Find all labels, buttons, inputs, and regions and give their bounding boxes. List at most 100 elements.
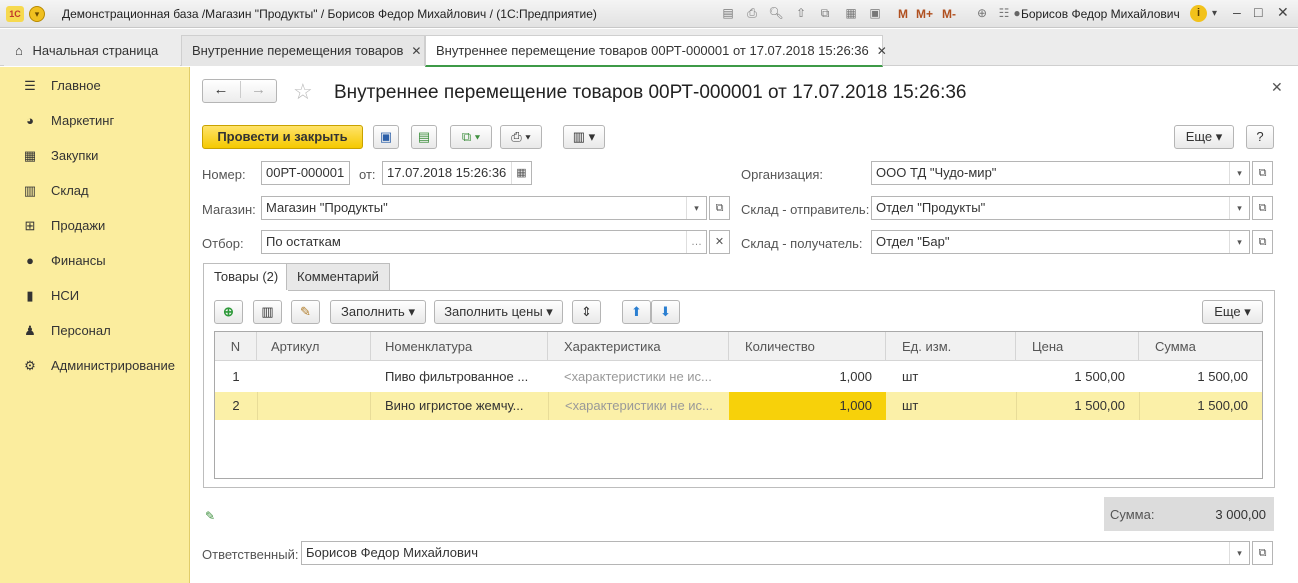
move-up-button[interactable]: ⬆ bbox=[622, 300, 651, 324]
close-tab-icon[interactable]: ✕ bbox=[411, 44, 421, 58]
save-icon[interactable]: ▣ bbox=[373, 125, 399, 149]
chevron-down-icon[interactable]: ▾ bbox=[1229, 162, 1249, 184]
sidebar-item-finance[interactable]: ● Финансы bbox=[0, 244, 190, 278]
column-header-n[interactable]: N bbox=[215, 332, 257, 361]
calendar-icon[interactable]: ▣ bbox=[867, 5, 883, 21]
cell-item[interactable]: Пиво фильтрованное ... bbox=[371, 363, 548, 391]
print-icon[interactable]: ⎙ bbox=[744, 5, 760, 21]
cell-unit[interactable]: шт bbox=[886, 363, 1016, 391]
calculator-icon[interactable]: ▦ bbox=[843, 5, 859, 21]
tab-goods[interactable]: Товары (2) bbox=[203, 263, 290, 291]
pick-goods-button[interactable]: ✎ bbox=[291, 300, 320, 324]
cell-price[interactable]: 1 500,00 bbox=[1016, 392, 1139, 420]
column-header-article[interactable]: Артикул bbox=[257, 332, 371, 361]
cell-characteristic[interactable]: <характеристики не ис... bbox=[548, 392, 729, 420]
column-header-quantity[interactable]: Количество bbox=[729, 332, 886, 361]
chevron-down-icon[interactable]: ▾ bbox=[1229, 197, 1249, 219]
open-receiver-icon[interactable]: ⧉ bbox=[1252, 230, 1273, 254]
back-arrow-icon[interactable]: ← bbox=[203, 81, 239, 98]
goods-table[interactable]: N Артикул Номенклатура Характеристика Ко… bbox=[214, 331, 1263, 479]
sidebar-item-purchases[interactable]: ▦ Закупки bbox=[0, 139, 190, 173]
open-responsible-icon[interactable]: ⧉ bbox=[1252, 541, 1273, 565]
memory-minus-button[interactable]: M- bbox=[942, 7, 956, 21]
tab-home[interactable]: ⌂ Начальная страница bbox=[4, 35, 180, 66]
responsible-field[interactable]: Борисов Федор Михайлович ▾ bbox=[301, 541, 1250, 565]
clear-filter-icon[interactable]: ✕ bbox=[709, 230, 730, 254]
sidebar-item-marketing[interactable]: ◕ Маркетинг bbox=[0, 104, 190, 138]
tab-transfer-document[interactable]: Внутреннее перемещение товаров 00РТ-0000… bbox=[425, 35, 887, 67]
tab-transfers-list[interactable]: Внутренние перемещения товаров ✕ bbox=[181, 35, 425, 66]
number-field[interactable]: 00РТ-000001 bbox=[261, 161, 350, 185]
table-more-button[interactable]: Еще ▾ bbox=[1202, 300, 1263, 324]
post-and-close-button[interactable]: Провести и закрыть bbox=[202, 125, 363, 149]
open-shop-icon[interactable]: ⧉ bbox=[709, 196, 730, 220]
sidebar-item-personnel[interactable]: ♟ Персонал bbox=[0, 314, 190, 348]
chevron-down-icon[interactable]: ▾ bbox=[1229, 231, 1249, 253]
cell-quantity[interactable]: 1,000 bbox=[729, 363, 886, 391]
more-button[interactable]: Еще ▾ bbox=[1174, 125, 1234, 149]
column-header-sum[interactable]: Сумма bbox=[1139, 332, 1262, 361]
cell-n[interactable]: 2 bbox=[215, 392, 257, 420]
cell-characteristic[interactable]: <характеристики не ис... bbox=[548, 363, 729, 391]
move-down-button[interactable]: ⬇ bbox=[651, 300, 680, 324]
print-button[interactable]: ⎙ ▾ bbox=[500, 125, 542, 149]
table-row-selected[interactable]: 2 Вино игристое жемчу... <характеристики… bbox=[215, 392, 1262, 420]
ellipsis-icon[interactable]: … bbox=[686, 231, 706, 253]
resize-rows-button[interactable]: ⇕ bbox=[572, 300, 601, 324]
chevron-down-icon[interactable]: ▾ bbox=[686, 197, 706, 219]
organization-field[interactable]: ООО ТД "Чудо-мир" ▾ bbox=[871, 161, 1250, 185]
link-icon[interactable]: ⧉ bbox=[817, 5, 833, 21]
memory-button[interactable]: M bbox=[898, 7, 908, 21]
table-row[interactable]: 1 Пиво фильтрованное ... <характеристики… bbox=[215, 363, 1262, 391]
fill-button[interactable]: Заполнить ▾ bbox=[330, 300, 426, 324]
help-button[interactable]: ? bbox=[1246, 125, 1274, 149]
sidebar-item-admin[interactable]: ⚙ Администрирование bbox=[0, 349, 190, 383]
open-sender-icon[interactable]: ⧉ bbox=[1252, 196, 1273, 220]
barcode-button[interactable]: ▥ bbox=[253, 300, 282, 324]
add-row-button[interactable]: ⊕ bbox=[214, 300, 243, 324]
maximize-icon[interactable]: □ bbox=[1254, 4, 1262, 20]
zoom-icon[interactable]: ⊕ bbox=[974, 5, 990, 21]
cell-sum[interactable]: 1 500,00 bbox=[1139, 363, 1262, 391]
main-menu-icon[interactable]: ▾ bbox=[29, 6, 45, 22]
sender-warehouse-field[interactable]: Отдел "Продукты" ▾ bbox=[871, 196, 1250, 220]
cell-article[interactable] bbox=[257, 392, 371, 420]
create-based-on-button[interactable]: ⧉ ▾ bbox=[450, 125, 492, 149]
close-tab-icon[interactable]: ✕ bbox=[877, 44, 887, 58]
post-icon[interactable]: ▤ bbox=[411, 125, 437, 149]
preview-icon[interactable]: 🔍︎ bbox=[768, 5, 784, 21]
cell-sum[interactable]: 1 500,00 bbox=[1139, 392, 1262, 420]
minimize-icon[interactable]: – bbox=[1233, 4, 1241, 20]
column-header-item[interactable]: Номенклатура bbox=[371, 332, 548, 361]
column-header-unit[interactable]: Ед. изм. bbox=[886, 332, 1016, 361]
cell-n[interactable]: 1 bbox=[215, 363, 257, 391]
upload-icon[interactable]: ⇧ bbox=[793, 5, 809, 21]
tab-comment[interactable]: Комментарий bbox=[286, 263, 390, 290]
chevron-down-icon[interactable]: ▾ bbox=[1212, 8, 1217, 19]
close-form-icon[interactable]: ✕ bbox=[1271, 79, 1283, 96]
date-field[interactable]: 17.07.2018 15:26:36 ▦ bbox=[382, 161, 532, 185]
close-window-icon[interactable]: ✕ bbox=[1277, 4, 1289, 21]
sidebar-item-main[interactable]: ☰ Главное bbox=[0, 69, 190, 103]
fill-prices-button[interactable]: Заполнить цены ▾ bbox=[434, 300, 563, 324]
sidebar-item-warehouse[interactable]: ▥ Склад bbox=[0, 174, 190, 208]
column-header-price[interactable]: Цена bbox=[1016, 332, 1139, 361]
favorite-star-icon[interactable]: ☆ bbox=[293, 79, 313, 105]
comment-edit-icon[interactable]: ✎ bbox=[205, 509, 215, 523]
reports-button[interactable]: ▥ ▾ bbox=[563, 125, 605, 149]
save-icon[interactable]: ▤ bbox=[720, 5, 736, 21]
memory-plus-button[interactable]: M+ bbox=[916, 7, 933, 21]
cell-quantity-active[interactable]: 1,000 bbox=[729, 392, 886, 420]
sidebar-item-nsi[interactable]: ▮ НСИ bbox=[0, 279, 190, 313]
info-icon[interactable]: i bbox=[1190, 5, 1207, 22]
filter-field[interactable]: По остаткам… bbox=[261, 230, 707, 254]
receiver-warehouse-field[interactable]: Отдел "Бар" ▾ bbox=[871, 230, 1250, 254]
sidebar-item-sales[interactable]: ⊞ Продажи bbox=[0, 209, 190, 243]
chevron-down-icon[interactable]: ▾ bbox=[1229, 542, 1249, 564]
cell-item[interactable]: Вино игристое жемчу... bbox=[371, 392, 548, 420]
cell-article[interactable] bbox=[257, 363, 371, 391]
cell-unit[interactable]: шт bbox=[886, 392, 1016, 420]
cell-price[interactable]: 1 500,00 bbox=[1016, 363, 1139, 391]
current-user[interactable]: Борисов Федор Михайлович bbox=[1021, 7, 1180, 21]
shop-field[interactable]: Магазин "Продукты" ▾ bbox=[261, 196, 707, 220]
